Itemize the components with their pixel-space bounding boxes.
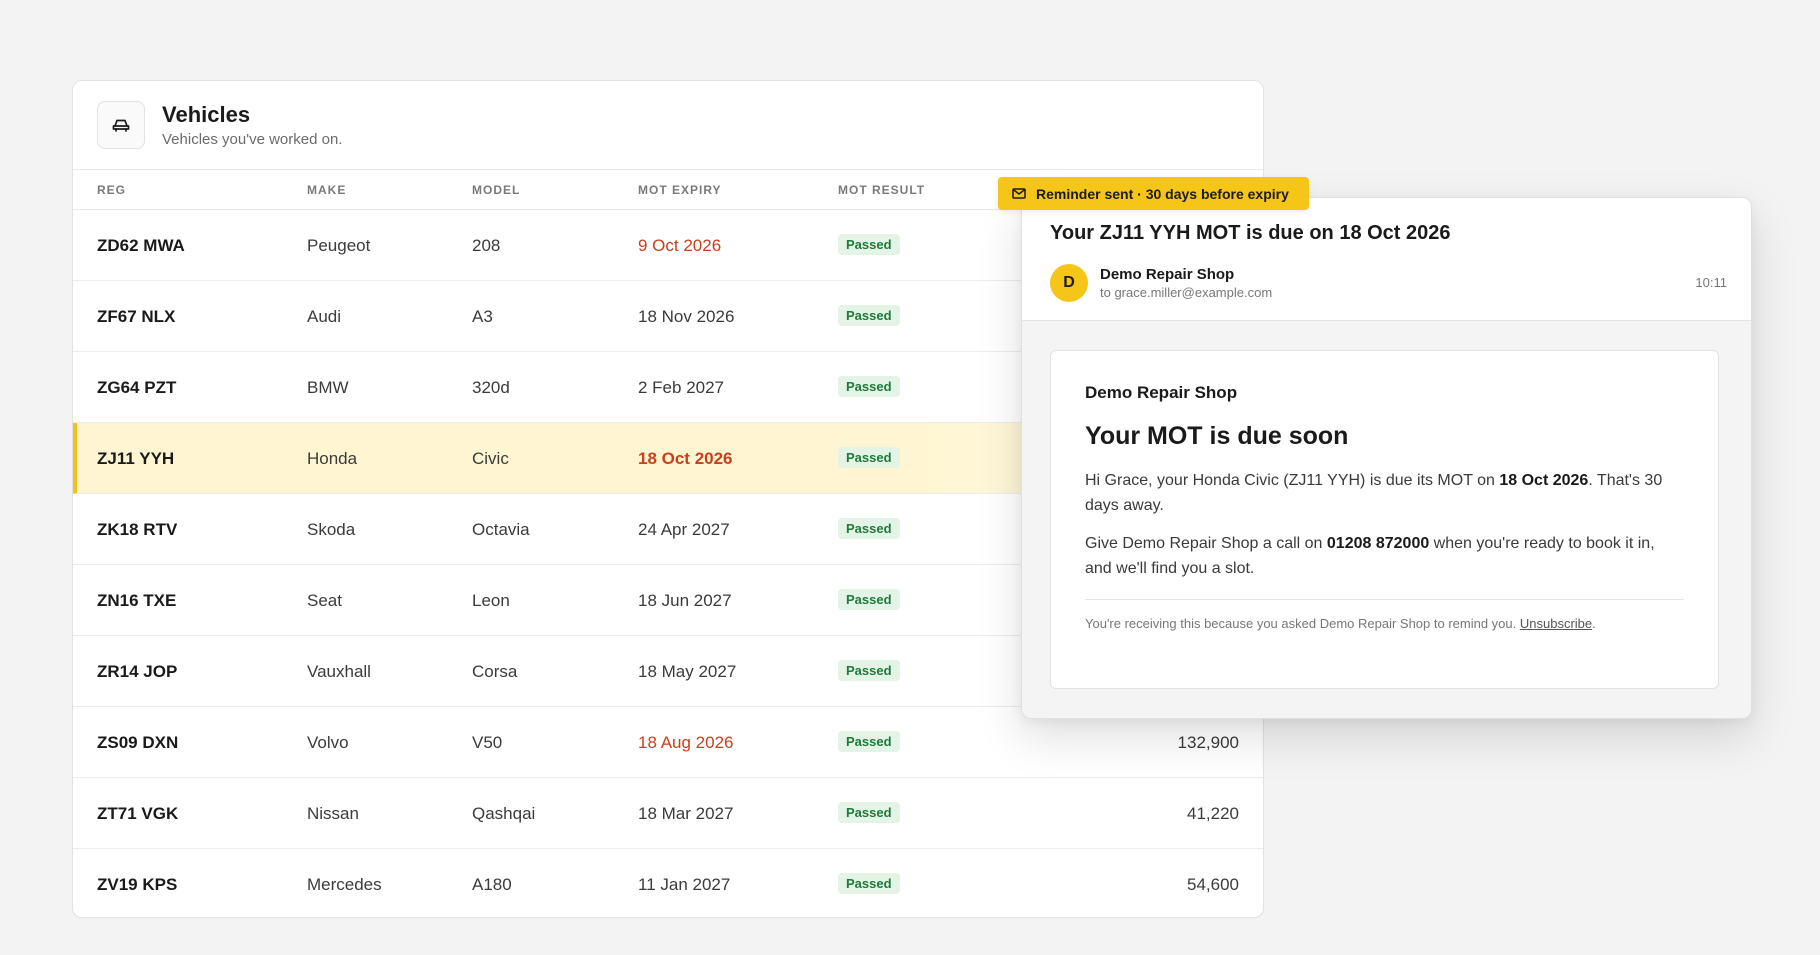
cell-mot-expiry: 18 Nov 2026 xyxy=(638,307,735,326)
cell-model: 320d xyxy=(472,378,510,397)
cell-mot-result: Passed xyxy=(838,589,900,610)
column-header-mot-expiry[interactable]: MOT EXPIRY xyxy=(638,183,722,197)
cell-mot-result: Passed xyxy=(838,234,900,255)
paragraph-text: Hi Grace, your Honda Civic (ZJ11 YYH) is… xyxy=(1085,472,1500,489)
cell-mot-expiry: 18 Aug 2026 xyxy=(638,733,734,752)
cell-model: Corsa xyxy=(472,662,518,681)
email-heading: Your MOT is due soon xyxy=(1085,422,1349,450)
cell-make: Peugeot xyxy=(307,236,371,255)
page-title: Vehicles xyxy=(162,102,251,127)
reminder-sent-tag: Reminder sent · 30 days before expiry xyxy=(998,177,1309,210)
cell-model: A180 xyxy=(472,875,512,894)
footer-text: You're receiving this because you asked … xyxy=(1085,616,1520,631)
cell-mileage: 41,220 xyxy=(1187,804,1239,823)
cell-mot-expiry: 18 Oct 2026 xyxy=(638,449,733,468)
cell-mileage: 132,900 xyxy=(1177,733,1239,752)
column-header-mot-result[interactable]: MOT RESULT xyxy=(838,183,925,197)
email-paragraph-1: Hi Grace, your Honda Civic (ZJ11 YYH) is… xyxy=(1085,468,1684,518)
footer-text: . xyxy=(1592,616,1596,631)
cell-reg: ZN16 TXE xyxy=(97,591,177,610)
sender-name: Demo Repair Shop xyxy=(1100,266,1235,283)
recipient: to grace.miller@example.com xyxy=(1100,285,1273,300)
email-preview: Your ZJ11 YYH MOT is due on 18 Oct 2026 … xyxy=(1021,197,1752,719)
status-badge: Passed xyxy=(838,589,900,610)
status-badge: Passed xyxy=(838,731,900,752)
cell-mot-result: Passed xyxy=(838,305,900,326)
cell-mot-result: Passed xyxy=(838,660,900,681)
email-timestamp: 10:11 xyxy=(1695,275,1727,290)
cell-mot-expiry: 18 May 2027 xyxy=(638,662,737,681)
status-badge: Passed xyxy=(838,873,900,894)
cell-mot-expiry: 11 Jan 2027 xyxy=(638,875,731,894)
due-date: 18 Oct 2026 xyxy=(1499,472,1589,489)
cell-model: Civic xyxy=(472,449,509,468)
panel-header: Vehicles Vehicles you've worked on. xyxy=(73,81,1263,170)
cell-reg: ZK18 RTV xyxy=(97,520,178,539)
cell-model: Qashqai xyxy=(472,804,536,823)
cell-mot-result: Passed xyxy=(838,376,900,397)
cell-make: BMW xyxy=(307,378,349,397)
cell-mot-expiry: 24 Apr 2027 xyxy=(638,520,730,539)
cell-reg: ZF67 NLX xyxy=(97,307,176,326)
avatar: D xyxy=(1050,264,1088,302)
cell-reg: ZG64 PZT xyxy=(97,378,177,397)
cell-make: Mercedes xyxy=(307,875,382,894)
cell-mot-expiry: 18 Jun 2027 xyxy=(638,591,732,610)
cell-model: V50 xyxy=(472,733,503,752)
cell-make: Seat xyxy=(307,591,342,610)
column-header-reg[interactable]: REG xyxy=(97,183,126,197)
cell-reg: ZV19 KPS xyxy=(97,875,178,894)
cell-model: A3 xyxy=(472,307,493,326)
table-row[interactable]: ZT71 VGK Nissan Qashqai 18 Mar 2027 Pass… xyxy=(73,778,1263,849)
cell-mot-result: Passed xyxy=(838,802,900,823)
cell-mot-result: Passed xyxy=(838,447,900,468)
status-badge: Passed xyxy=(838,660,900,681)
email-subject: Your ZJ11 YYH MOT is due on 18 Oct 2026 xyxy=(1050,222,1451,244)
email-header: Your ZJ11 YYH MOT is due on 18 Oct 2026 … xyxy=(1022,198,1751,321)
column-header-model[interactable]: MODEL xyxy=(472,183,520,197)
cell-model: Octavia xyxy=(472,520,530,539)
status-badge: Passed xyxy=(838,234,900,255)
cell-reg: ZD62 MWA xyxy=(97,236,185,255)
status-badge: Passed xyxy=(838,802,900,823)
cell-mot-result: Passed xyxy=(838,518,900,539)
cell-reg: ZS09 DXN xyxy=(97,733,179,752)
car-icon xyxy=(97,101,145,149)
cell-make: Skoda xyxy=(307,520,356,539)
status-badge: Passed xyxy=(838,376,900,397)
table-row[interactable]: ZV19 KPS Mercedes A180 11 Jan 2027 Passe… xyxy=(73,849,1263,917)
cell-model: Leon xyxy=(472,591,510,610)
email-paragraph-2: Give Demo Repair Shop a call on 01208 87… xyxy=(1085,531,1684,581)
reminder-label: Reminder sent · 30 days before expiry xyxy=(1036,185,1289,202)
cell-mot-result: Passed xyxy=(838,731,900,752)
cell-mileage: 54,600 xyxy=(1187,875,1239,894)
phone-number: 01208 872000 xyxy=(1326,535,1430,552)
mail-icon xyxy=(1012,188,1026,199)
status-badge: Passed xyxy=(838,305,900,326)
cell-reg: ZR14 JOP xyxy=(97,662,178,681)
cell-mot-expiry: 2 Feb 2027 xyxy=(638,378,725,397)
cell-model: 208 xyxy=(472,236,501,255)
status-badge: Passed xyxy=(838,518,900,539)
unsubscribe-link[interactable]: Unsubscribe xyxy=(1520,616,1592,631)
page-subtitle: Vehicles you've worked on. xyxy=(162,131,343,148)
cell-make: Honda xyxy=(307,449,358,468)
cell-make: Audi xyxy=(307,307,342,326)
status-badge: Passed xyxy=(838,447,900,468)
cell-mot-expiry: 9 Oct 2026 xyxy=(638,236,722,255)
column-header-make[interactable]: MAKE xyxy=(307,183,346,197)
paragraph-text: Give Demo Repair Shop a call on xyxy=(1085,535,1327,552)
email-footer: You're receiving this because you asked … xyxy=(1085,616,1684,631)
email-brand: Demo Repair Shop xyxy=(1085,383,1238,402)
cell-reg: ZT71 VGK xyxy=(97,804,179,823)
email-body-card: Demo Repair Shop Your MOT is due soon Hi… xyxy=(1050,350,1719,689)
cell-make: Volvo xyxy=(307,733,349,752)
cell-mot-result: Passed xyxy=(838,873,900,894)
cell-make: Nissan xyxy=(307,804,359,823)
cell-reg: ZJ11 YYH xyxy=(97,449,175,468)
divider xyxy=(1085,599,1684,600)
cell-make: Vauxhall xyxy=(307,662,371,681)
cell-mot-expiry: 18 Mar 2027 xyxy=(638,804,734,823)
